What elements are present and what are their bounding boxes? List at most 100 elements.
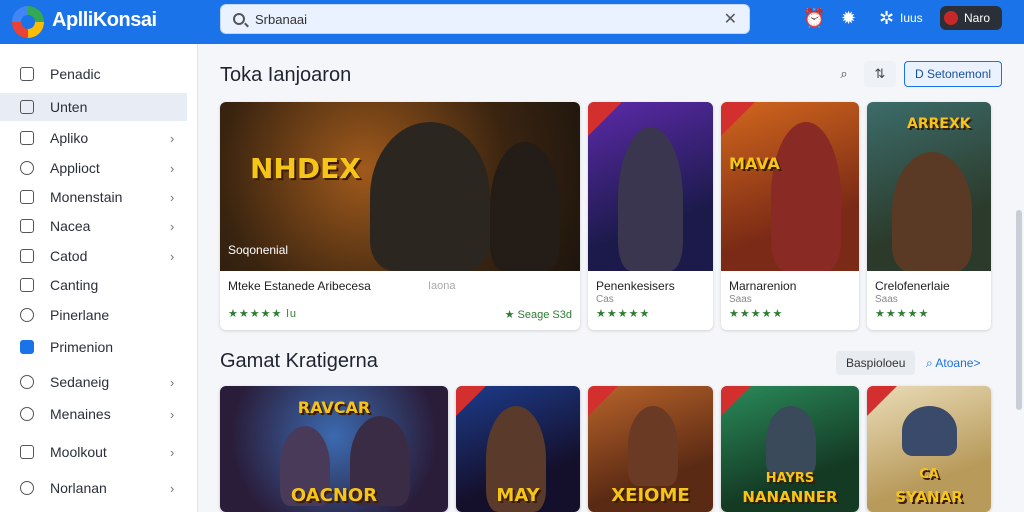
- game-subtitle: Saas: [729, 294, 752, 305]
- notification-icon[interactable]: ⏰: [803, 8, 825, 29]
- search-icon[interactable]: ⌕: [828, 61, 860, 87]
- filter-dropdown[interactable]: Baspioloeu: [836, 351, 916, 375]
- sidebar-item-monenstain[interactable]: Monenstain ›: [0, 183, 187, 211]
- game-tile[interactable]: HAYRS NANANNER: [721, 386, 859, 512]
- game-name: Crelofenerlaie: [875, 279, 950, 293]
- game-tile[interactable]: XEIOME: [588, 386, 713, 512]
- game-artwork: NHDEX Soqonenial: [220, 102, 580, 271]
- avatar: [944, 11, 958, 25]
- news-icon: [20, 219, 34, 233]
- game-name: Marnarenion: [729, 279, 797, 293]
- search-bar[interactable]: ✕: [220, 4, 750, 34]
- featured-card[interactable]: Penenkesisers Cas ★★★★★: [588, 102, 713, 330]
- close-icon[interactable]: ✕: [724, 9, 737, 29]
- sidebar-item-norlanan[interactable]: Norlanan ›: [0, 474, 187, 502]
- share-icon: [20, 445, 34, 459]
- chevron-right-icon: ›: [170, 189, 175, 205]
- new-ribbon: [867, 386, 897, 416]
- game-title: MAY: [496, 485, 540, 506]
- user-menu-button[interactable]: Naro: [940, 6, 1002, 30]
- game-artwork: [588, 102, 713, 271]
- sidebar-item-nacea[interactable]: Nacea ›: [0, 212, 187, 240]
- folder-icon: [20, 249, 34, 263]
- rating-text: lu: [286, 308, 297, 320]
- checkbox-icon: [20, 340, 34, 354]
- new-ribbon: [588, 102, 622, 136]
- rating-stars: ★★★★★: [875, 308, 930, 320]
- sidebar-item-moolkout[interactable]: Moolkout ›: [0, 438, 187, 466]
- new-ribbon: [588, 386, 618, 416]
- box-icon: [20, 190, 34, 204]
- rating-stars: ★★★★★ lu: [228, 308, 297, 320]
- game-title: SYANAR: [895, 488, 963, 506]
- game-subtitle: Cas: [596, 294, 614, 305]
- settings-icon[interactable]: ✲: [879, 8, 894, 29]
- chevron-right-icon: ›: [170, 160, 175, 176]
- sidebar-item-menaines[interactable]: Menaines ›: [0, 400, 187, 428]
- featured-card[interactable]: ARREXK Crelofenerlaie Saas ★★★★★: [867, 102, 991, 330]
- top-app-bar: AplliKonsai ✕ ⏰ ✹ ✲ Iuus Naro: [0, 0, 1024, 44]
- game-caption: Soqonenial: [228, 243, 289, 257]
- featured-card-large[interactable]: NHDEX Soqonenial Mteke Estanede Aribeces…: [220, 102, 580, 330]
- game-art-title: NHDEX: [250, 152, 361, 185]
- page-icon: [20, 131, 34, 145]
- sidebar-item-penadic[interactable]: Penadic: [0, 60, 187, 88]
- compass-icon: [20, 161, 34, 175]
- sidebar-item-apliko[interactable]: Apliko ›: [0, 124, 187, 152]
- user-label: Naro: [964, 11, 991, 25]
- scrollbar[interactable]: [1016, 210, 1022, 410]
- sidebar-item-pinerlane[interactable]: Pinerlane: [0, 301, 187, 329]
- sidebar-item-catod[interactable]: Catod ›: [0, 242, 187, 270]
- sidebar-item-primenion[interactable]: Primenion: [0, 333, 187, 361]
- game-tile[interactable]: RAVCAR OACNOR: [220, 386, 448, 512]
- gear-icon: [20, 407, 34, 421]
- sidebar-item-unten[interactable]: Unten: [0, 93, 187, 121]
- app-logo-icon[interactable]: [12, 6, 44, 38]
- section-action-button[interactable]: D Setonemonl: [904, 61, 1003, 87]
- game-tile[interactable]: MAY: [456, 386, 580, 512]
- rating-stars: ★★★★★: [729, 308, 784, 320]
- game-meta: Iaona: [428, 280, 456, 292]
- game-tile[interactable]: CA SYANAR: [867, 386, 991, 512]
- search-icon: ⌕: [926, 356, 936, 370]
- featured-card[interactable]: MAVA Marnarenion Saas ★★★★★: [721, 102, 859, 330]
- sort-icon[interactable]: ⇅: [864, 61, 896, 87]
- game-art-title: MAVA: [729, 154, 780, 173]
- list-icon: [20, 67, 34, 81]
- chevron-right-icon: ›: [170, 374, 175, 390]
- search-icon: [233, 13, 245, 25]
- search-input[interactable]: [255, 11, 724, 27]
- game-art-title: ARREXK: [907, 116, 971, 132]
- game-artwork: ARREXK: [867, 102, 991, 271]
- app-title[interactable]: AplliKonsai: [52, 9, 157, 32]
- section-title-games: Gamat Kratigerna: [220, 350, 378, 372]
- main-content: Toka Ianjoaron ⌕ ⇅ D Setonemonl NHDEX So…: [199, 44, 1011, 512]
- new-ribbon: [721, 102, 755, 136]
- rating-stars: ★★★★★: [596, 308, 651, 320]
- sidebar-item-applioct[interactable]: Applioct ›: [0, 154, 187, 182]
- chevron-right-icon: ›: [170, 130, 175, 146]
- sidebar: Penadic Unten Apliko › Applioct › Monensta…: [0, 44, 198, 512]
- chevron-right-icon: ›: [170, 480, 175, 496]
- filter-label: Baspioloeu: [846, 356, 906, 370]
- chevron-right-icon: ›: [170, 406, 175, 422]
- game-art-title: RAVCAR: [297, 398, 371, 417]
- top-link[interactable]: Iuus: [900, 11, 923, 25]
- sidebar-item-canting[interactable]: Canting: [0, 271, 187, 299]
- new-ribbon: [456, 386, 486, 416]
- settings-icon: [20, 375, 34, 389]
- game-artwork: MAVA: [721, 102, 859, 271]
- clock-icon: [20, 308, 34, 322]
- game-name: Mteke Estanede Aribecesa: [228, 279, 371, 293]
- game-art-title: CA: [919, 467, 939, 482]
- tag-icon: [20, 278, 34, 292]
- sidebar-item-sedaneig[interactable]: Sedaneig ›: [0, 368, 187, 396]
- see-all-link[interactable]: ⌕ Atoane>: [926, 356, 980, 371]
- chevron-right-icon: ›: [170, 218, 175, 234]
- chevron-right-icon: ›: [170, 248, 175, 264]
- grid-icon: [20, 100, 34, 114]
- star-icon[interactable]: ✹: [841, 8, 856, 29]
- search-icon: [20, 481, 34, 495]
- chevron-right-icon: ›: [170, 444, 175, 460]
- section-title-featured: Toka Ianjoaron: [220, 64, 352, 86]
